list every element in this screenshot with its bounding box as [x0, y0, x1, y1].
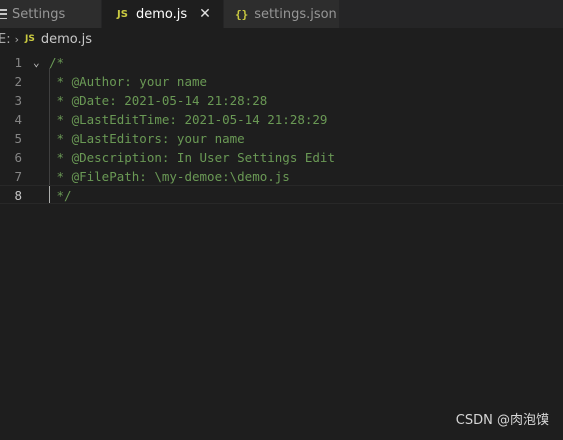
- comment-text: * @Author: your name: [49, 74, 208, 89]
- code-editor[interactable]: 1 ⌄ /* 2 * @Author: your name 3 * @Date:…: [0, 50, 563, 440]
- comment-text: * @Description: In User Settings Edit: [49, 150, 335, 165]
- tab-bar: Settings JS demo.js ✕ {} settings.json: [0, 0, 563, 28]
- watermark: CSDN @肉泡馍: [455, 413, 549, 428]
- comment-text: * @Date: 2021-05-14 21:28:28: [49, 93, 268, 108]
- line-number: 7: [14, 169, 22, 184]
- js-file-icon: JS: [117, 8, 128, 20]
- code-line[interactable]: 3 * @Date: 2021-05-14 21:28:28: [0, 91, 563, 110]
- line-number: 5: [14, 131, 22, 146]
- comment-text: /*: [49, 55, 65, 70]
- json-file-icon: {}: [235, 7, 249, 21]
- tab-demo-js[interactable]: JS demo.js ✕: [102, 0, 224, 28]
- code-line[interactable]: 1 ⌄ /*: [0, 53, 563, 72]
- fold-chevron-icon[interactable]: ⌄: [33, 53, 40, 72]
- breadcrumb-file[interactable]: JS demo.js: [25, 32, 92, 47]
- code-line[interactable]: 6 * @Description: In User Settings Edit: [0, 148, 563, 167]
- tab-settings-json-label: settings.json: [254, 6, 337, 22]
- code-line[interactable]: 5 * @LastEditors: your name: [0, 129, 563, 148]
- comment-text: * @LastEditTime: 2021-05-14 21:28:29: [49, 112, 328, 127]
- close-icon[interactable]: ✕: [197, 6, 213, 22]
- tab-settings-json[interactable]: {} settings.json: [224, 0, 340, 28]
- comment-text: */: [49, 188, 72, 203]
- code-line[interactable]: 4 * @LastEditTime: 2021-05-14 21:28:29: [0, 110, 563, 129]
- line-number: 3: [14, 93, 22, 108]
- tab-settings[interactable]: Settings: [0, 0, 102, 28]
- comment-text: * @FilePath: \my-demoe:\demo.js: [49, 169, 290, 184]
- line-number: 8: [14, 188, 22, 203]
- current-code-line[interactable]: 8 */: [0, 185, 563, 204]
- breadcrumb: E: › JS demo.js: [0, 28, 563, 50]
- menu-icon: [0, 9, 7, 19]
- breadcrumb-file-label: demo.js: [40, 31, 92, 47]
- code-line[interactable]: 7 * @FilePath: \my-demoe:\demo.js: [0, 167, 563, 186]
- line-number: 6: [14, 150, 22, 165]
- line-number: 2: [14, 74, 22, 89]
- chevron-right-icon: ›: [14, 32, 19, 46]
- tab-demo-js-label: demo.js: [135, 6, 188, 22]
- editor-window: Settings JS demo.js ✕ {} settings.json E…: [0, 0, 563, 440]
- line-number: 1: [14, 55, 22, 70]
- tab-settings-label: Settings: [12, 6, 66, 22]
- breadcrumb-drive[interactable]: E:: [0, 32, 11, 47]
- js-file-icon: JS: [25, 34, 35, 44]
- comment-text: * @LastEditors: your name: [49, 131, 245, 146]
- line-number: 4: [14, 112, 22, 127]
- code-line[interactable]: 2 * @Author: your name: [0, 72, 563, 91]
